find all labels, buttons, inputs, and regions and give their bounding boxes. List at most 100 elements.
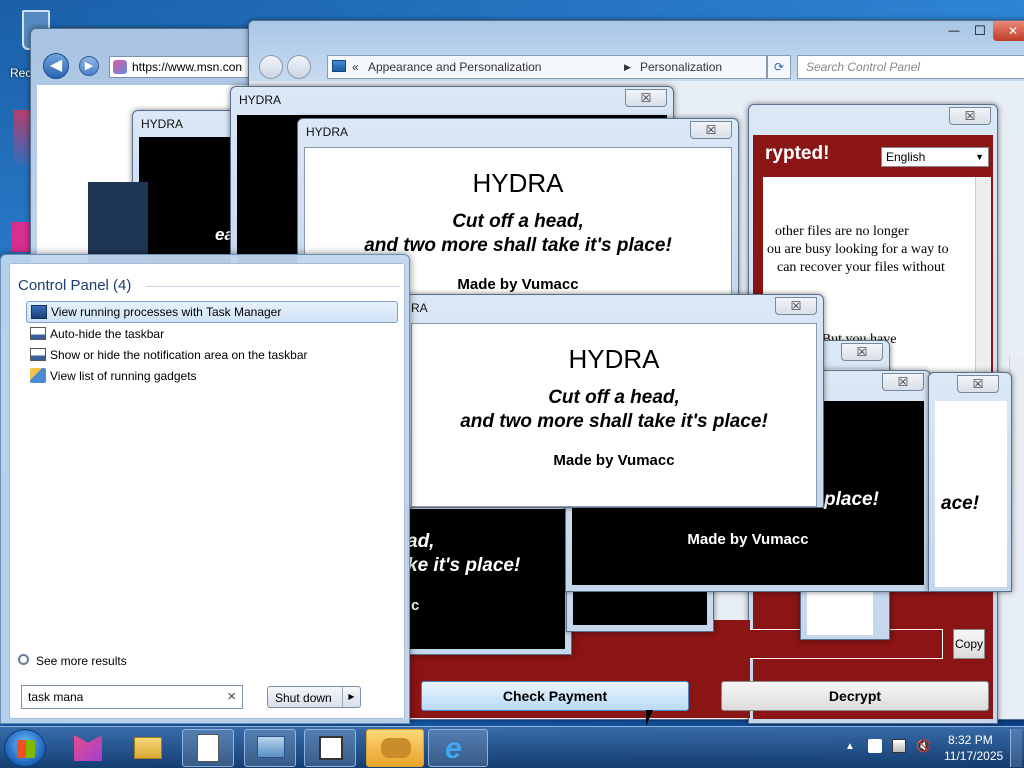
shutdown-label: Shut down: [275, 691, 332, 705]
hydra-window[interactable]: RA ☒ HYDRA Cut off a head, and two more …: [404, 294, 824, 508]
search-icon: [18, 654, 29, 665]
hydra-heading: HYDRA: [568, 344, 660, 374]
minimize-button[interactable]: —: [941, 21, 967, 41]
scrollbar[interactable]: [975, 177, 991, 387]
chevron-down-icon: ▼: [975, 152, 984, 162]
close-button[interactable]: ☒: [882, 373, 924, 391]
clock-date[interactable]: 11/17/2025: [944, 749, 1003, 763]
close-button[interactable]: ☒: [625, 89, 667, 107]
shutdown-options-arrow[interactable]: ▶: [342, 687, 360, 707]
result-label: Show or hide the notification area on th…: [50, 348, 308, 362]
hydra-credit: Made by Vumacc: [553, 452, 675, 469]
breadcrumb[interactable]: « Appearance and Personalization ▶ Perso…: [327, 55, 839, 79]
hydra-fragment: ke it's place!: [407, 555, 521, 576]
document-icon: [197, 734, 219, 762]
taskbar: e ▲ 🔇 8:32 PM 11/17/2025: [0, 726, 1024, 768]
hydra-line1: Cut off a head,: [548, 387, 680, 408]
action-center-icon[interactable]: [868, 739, 882, 753]
desktop-app-icon[interactable]: [12, 222, 30, 252]
breadcrumb-appearance[interactable]: Appearance and Personalization: [368, 56, 541, 78]
result-label: Auto-hide the taskbar: [50, 327, 165, 341]
hydra-line2: and two more shall take it's place!: [460, 411, 768, 432]
search-placeholder: Search Control Panel: [806, 60, 921, 74]
hydra-fragment: c: [411, 597, 420, 614]
taskbar-window[interactable]: [304, 729, 356, 767]
close-button[interactable]: ☒: [957, 375, 999, 393]
result-label: View list of running gadgets: [50, 369, 197, 383]
hydra-fragment: place!: [824, 489, 879, 510]
copy-button[interactable]: Copy: [953, 629, 985, 659]
decrypt-button[interactable]: Decrypt: [721, 681, 989, 711]
taskbar-icon: [30, 327, 46, 340]
taskbar-app-bandicam[interactable]: [64, 731, 112, 765]
result-task-manager[interactable]: View running processes with Task Manager: [26, 301, 398, 323]
taskbar-explorer[interactable]: [124, 731, 172, 765]
window-icon: [319, 736, 343, 760]
hydra-line1: Cut off a head,: [452, 211, 584, 232]
maximize-button[interactable]: ☐: [967, 21, 993, 41]
taskbar-app[interactable]: [182, 729, 234, 767]
ransom-line: other files are no longer: [775, 224, 909, 239]
language-select[interactable]: English ▼: [881, 147, 989, 167]
hydra-window-title: HYDRA: [141, 117, 184, 131]
notification-area-icon: [30, 348, 46, 361]
shutdown-button[interactable]: Shut down ▶: [267, 686, 361, 708]
breadcrumb-personalization[interactable]: Personalization: [640, 56, 722, 78]
close-button[interactable]: ☒: [690, 121, 732, 139]
show-hidden-icons[interactable]: ▲: [845, 741, 855, 752]
clock-time[interactable]: 8:32 PM: [948, 733, 993, 747]
close-button[interactable]: ☒: [775, 297, 817, 315]
url-text: https://www.msn.con: [132, 60, 243, 74]
ransom-line: ou are busy looking for a way to: [767, 242, 949, 257]
recycle-bin-label: Rec: [10, 66, 32, 80]
see-more-label: See more results: [36, 654, 127, 668]
ie-icon: e: [445, 732, 462, 765]
hydra-fragment: ace!: [941, 493, 980, 514]
control-panel-icon: [257, 736, 285, 758]
start-search-input[interactable]: task mana ×: [21, 685, 243, 709]
search-value: task mana: [28, 690, 84, 704]
refresh-button[interactable]: ⟳: [767, 55, 791, 79]
start-button[interactable]: [4, 729, 46, 767]
start-menu[interactable]: Control Panel (4) View running processes…: [0, 254, 410, 724]
breadcrumb-chevrons[interactable]: «: [352, 56, 359, 78]
ransom-line: can recover your files without: [777, 260, 945, 275]
task-manager-icon: [31, 305, 47, 319]
result-auto-hide-taskbar[interactable]: Auto-hide the taskbar: [26, 323, 398, 345]
back-button[interactable]: [259, 55, 283, 79]
ransom-header: rypted!: [765, 143, 830, 164]
hydra-heading: HYDRA: [472, 168, 564, 198]
taskbar-app-active[interactable]: [366, 729, 424, 767]
show-desktop-button[interactable]: [1010, 729, 1022, 767]
hydra-fragment: Made by Vumacc: [687, 531, 809, 548]
close-button[interactable]: ☒: [841, 343, 883, 361]
hydra-window-title: HYDRA: [239, 93, 282, 107]
language-value: English: [886, 150, 926, 164]
network-icon[interactable]: [892, 739, 906, 753]
taskbar-control-panel[interactable]: [244, 729, 296, 767]
msn-icon: [113, 60, 127, 74]
hydra-fragment: ad,: [407, 531, 435, 552]
result-running-gadgets[interactable]: View list of running gadgets: [26, 365, 398, 387]
ransom-close-button[interactable]: ☒: [949, 107, 991, 125]
taskbar-ie[interactable]: e: [428, 729, 488, 767]
chevron-right-icon: ▶: [624, 62, 631, 72]
handshake-icon: [381, 738, 411, 758]
control-panel-section-title: Control Panel (4): [18, 277, 132, 294]
check-payment-button[interactable]: Check Payment: [421, 681, 689, 711]
clear-search-icon[interactable]: ×: [227, 688, 236, 705]
forward-button[interactable]: ▶: [79, 56, 99, 76]
result-notification-area[interactable]: Show or hide the notification area on th…: [26, 344, 398, 366]
volume-muted-icon[interactable]: 🔇: [916, 739, 931, 753]
gadgets-icon: [30, 368, 46, 383]
back-button[interactable]: ◀: [43, 53, 69, 79]
address-bar[interactable]: https://www.msn.con: [109, 56, 259, 78]
forward-button[interactable]: [287, 55, 311, 79]
search-control-panel[interactable]: Search Control Panel: [797, 55, 1024, 79]
mouse-cursor: [646, 710, 653, 726]
hydra-window[interactable]: ☒ ace!: [928, 372, 1012, 592]
folder-icon: [134, 737, 162, 759]
hydra-window[interactable]: ad, ke it's place! c: [400, 500, 572, 655]
close-button[interactable]: ✕: [993, 21, 1024, 41]
app-icon: [74, 735, 102, 761]
